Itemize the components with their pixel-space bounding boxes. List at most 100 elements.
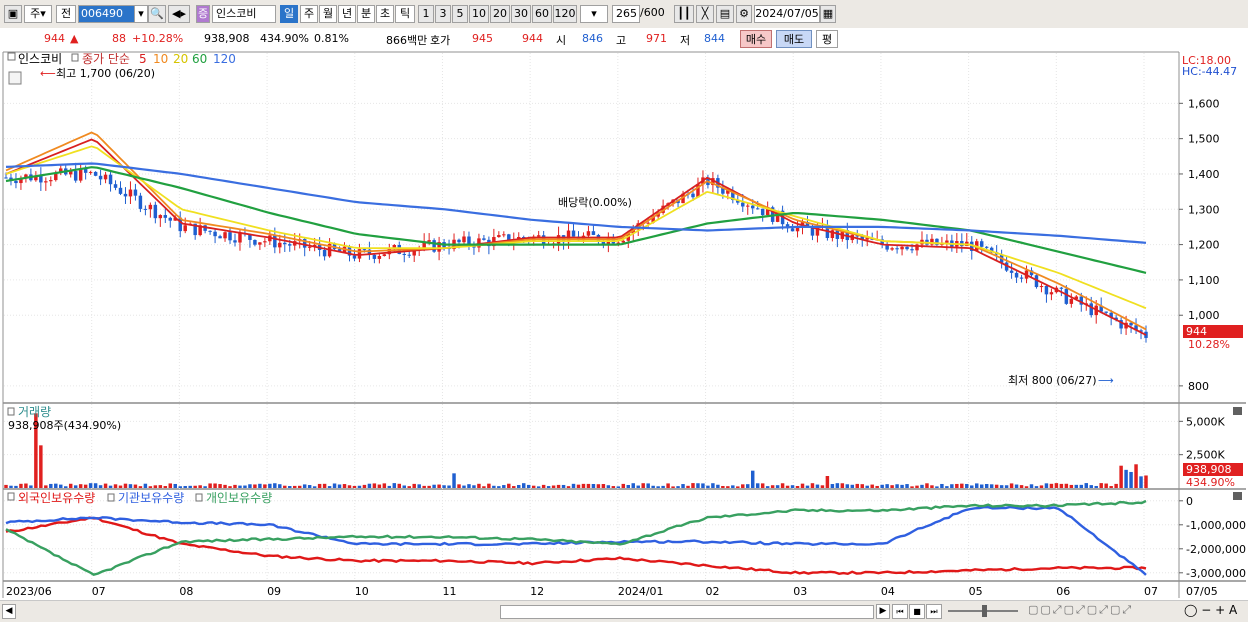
volume-bar	[1014, 484, 1019, 488]
volume-panel-close-icon[interactable]	[1233, 407, 1242, 415]
interval-dropdown[interactable]: ▾	[580, 5, 608, 23]
interval-button-120[interactable]: 120	[553, 5, 577, 23]
volume-bar	[631, 483, 635, 488]
candle-body	[183, 225, 187, 232]
chart-menu-icon[interactable]: ▣	[4, 5, 22, 23]
volume-bar	[243, 485, 247, 488]
scroll-right-icon[interactable]: ▶	[876, 604, 890, 619]
period-type-label: 주	[30, 7, 41, 20]
volume-bar	[457, 484, 461, 488]
volume-bar	[601, 484, 606, 488]
volume-current-tag: 938,908	[1186, 463, 1232, 476]
volume-bar	[666, 483, 670, 488]
scroll-left-icon[interactable]: ◀	[2, 604, 16, 619]
period-button-minute[interactable]: 분	[357, 5, 375, 23]
volume-bar	[347, 485, 352, 488]
candle-body	[900, 246, 904, 250]
candle-body	[382, 254, 387, 256]
volume-bar	[1069, 484, 1074, 488]
zoom-controls[interactable]: ◯ − + A	[1184, 603, 1244, 619]
candle-body	[128, 189, 133, 197]
stop-icon[interactable]: ■	[909, 604, 925, 619]
date-input[interactable]: 2024/07/05	[754, 5, 820, 23]
period-type-select[interactable]: 주▾	[24, 5, 52, 23]
interval-button-3[interactable]: 3	[435, 5, 451, 23]
period-button-day[interactable]: 일	[280, 5, 298, 23]
period-button-year[interactable]: 년	[338, 5, 356, 23]
volume-bar	[979, 484, 984, 488]
interval-button-20[interactable]: 20	[490, 5, 510, 23]
volume-bar	[297, 485, 302, 488]
volume-bar	[975, 483, 979, 488]
period-button-month[interactable]: 월	[319, 5, 337, 23]
volume-bar	[49, 483, 53, 488]
count-input[interactable]: 265	[612, 5, 640, 23]
period-button-tick[interactable]: 틱	[395, 5, 415, 23]
code-dropdown-icon[interactable]: ▾	[134, 5, 148, 23]
interval-button-1[interactable]: 1	[418, 5, 434, 23]
volume-bar	[64, 486, 68, 488]
interval-button-5[interactable]: 5	[452, 5, 468, 23]
volume-bar	[208, 483, 212, 488]
volume-bar	[810, 483, 815, 488]
stock-chart[interactable]: 800 1,000 1,100 1,200 1,300 1,400 1,500 1,600 2…	[0, 50, 1248, 600]
jump-start-icon[interactable]: ⏮	[892, 604, 908, 619]
indicator-icon[interactable]: ╳	[696, 5, 714, 23]
volume-bar	[487, 483, 491, 488]
volume-bar	[367, 483, 372, 488]
volume-bar	[860, 484, 864, 488]
table-view-icon[interactable]	[8, 71, 22, 85]
chart-scrollbar[interactable]: ◀ ▶ ⏮ ■ ⏭ ▢▢⤢▢⤢▢⤢▢⤢ ◯ − + A	[0, 600, 1248, 622]
volume-bar	[1054, 483, 1059, 488]
volume-bar	[606, 485, 611, 488]
volume-bar	[263, 484, 267, 488]
prev-button[interactable]: 전	[56, 5, 76, 23]
volume-bar	[681, 484, 685, 488]
x-tick-label: 12	[530, 585, 544, 598]
period-button-week[interactable]: 주	[300, 5, 318, 23]
volume-bar	[571, 483, 576, 488]
volume-bar	[1019, 485, 1024, 488]
candle-body	[168, 217, 173, 221]
volume-bar	[118, 485, 123, 488]
sell-button[interactable]: 매도	[776, 30, 812, 48]
scroll-thumb[interactable]	[500, 605, 874, 619]
volume-bar	[1124, 469, 1128, 488]
volume-bar	[78, 484, 83, 488]
interval-button-10[interactable]: 10	[469, 5, 489, 23]
candle-body	[288, 244, 292, 246]
volume-bar	[1089, 485, 1093, 488]
settings-icon[interactable]: ⚙	[736, 5, 752, 23]
volume-bar	[342, 484, 347, 488]
average-button[interactable]: 평	[816, 30, 838, 48]
calendar-icon[interactable]: ▦	[820, 5, 836, 23]
volume-bar	[158, 485, 163, 488]
candle-body	[462, 236, 466, 243]
interval-button-30[interactable]: 30	[511, 5, 531, 23]
jump-end-icon[interactable]: ⏭	[926, 604, 942, 619]
stock-name-field[interactable]: 인스코비	[212, 5, 276, 23]
volume-bar	[850, 484, 855, 488]
candle-body	[402, 253, 406, 255]
volume-bar	[726, 486, 730, 488]
save-icon[interactable]: ▤	[716, 5, 734, 23]
interval-button-60[interactable]: 60	[532, 5, 552, 23]
candle-body	[307, 246, 312, 248]
volume-bar	[268, 483, 272, 488]
holding-panel-close-icon[interactable]	[1233, 492, 1242, 500]
tool-icons-strip[interactable]: ▢▢⤢▢⤢▢⤢▢⤢	[1028, 603, 1178, 619]
buy-button[interactable]: 매수	[740, 30, 772, 48]
candle-body	[258, 242, 262, 245]
volume-bar	[950, 484, 954, 488]
ma-legend-5: 5	[139, 52, 147, 66]
volume-bar	[382, 483, 387, 488]
holding-tick-label: -1,000,000	[1186, 519, 1246, 532]
candle-type-icon[interactable]: ┃┃	[674, 5, 694, 23]
period-button-second[interactable]: 초	[376, 5, 394, 23]
volume-bar	[830, 484, 835, 488]
stock-code-input[interactable]: 006490	[78, 5, 136, 23]
sound-icon[interactable]: ◀▸	[168, 5, 190, 23]
volume-bar	[273, 483, 277, 488]
zoom-slider-thumb[interactable]	[982, 605, 987, 617]
search-icon[interactable]: 🔍	[148, 5, 166, 23]
